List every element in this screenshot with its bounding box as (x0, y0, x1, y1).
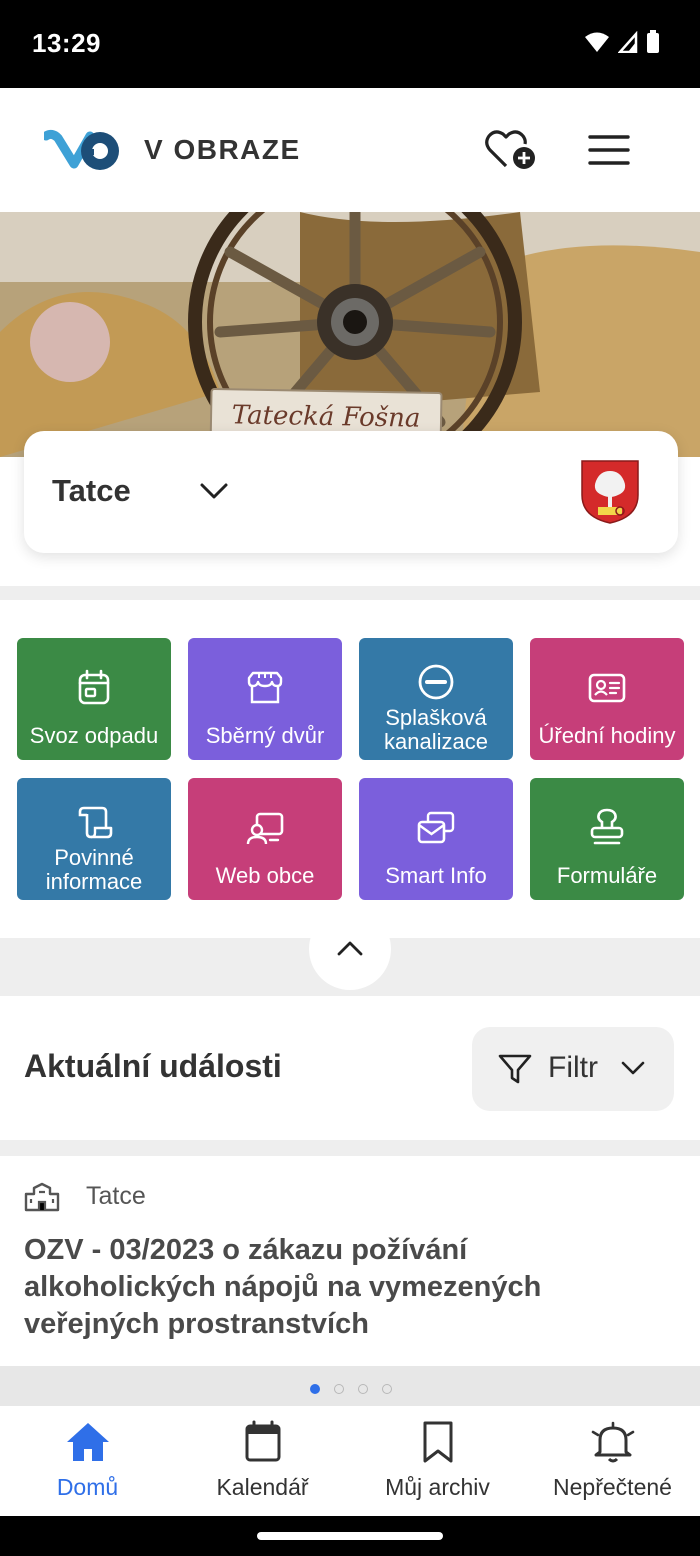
collapse-button[interactable] (309, 908, 391, 990)
filter-label: Filtr (548, 1051, 598, 1084)
pager-dot[interactable] (358, 1384, 368, 1394)
calendar-icon (245, 1420, 281, 1462)
id-card-icon (588, 673, 626, 703)
chevron-up-icon (337, 941, 363, 956)
filter-button[interactable]: Filtr (472, 1027, 674, 1111)
tile-label: Povinné informace (45, 845, 143, 894)
tile-smart-info[interactable]: Smart Info (359, 778, 513, 900)
tile-uredni-hodiny[interactable]: Úřední hodiny (530, 638, 684, 760)
bookmark-icon (423, 1421, 453, 1463)
tile-svoz-odpadu[interactable]: Svoz odpadu (17, 638, 171, 760)
nav-label: Nepřečtené (553, 1474, 672, 1500)
menu-button[interactable] (586, 128, 632, 172)
tile-povinne-informace[interactable]: Povinné informace (17, 778, 171, 900)
nav-label: Kalendář (216, 1474, 309, 1500)
location-selector[interactable]: Tatce (24, 431, 678, 553)
hero-image: Tatecká Fošna (0, 212, 700, 457)
messages-icon (417, 811, 455, 844)
section-divider (0, 1140, 700, 1156)
tile-label: Web obce (215, 863, 315, 888)
section-divider (0, 586, 700, 600)
event-card[interactable]: Tatce OZV - 03/2023 o zákazu požívání al… (0, 1156, 700, 1366)
tile-label: Svoz odpadu (29, 723, 159, 748)
hero-sign-text: Tatecká Fošna (231, 400, 421, 434)
scroll-icon (78, 806, 113, 839)
tile-label: Úřední hodiny (538, 723, 676, 748)
chevron-down-icon (621, 1061, 645, 1075)
app-title: V OBRAZE (144, 134, 301, 165)
hamburger-icon (588, 135, 630, 165)
add-favorite-button[interactable] (482, 126, 542, 176)
system-navigation-bar (0, 1516, 700, 1556)
events-title: Aktuální události (24, 1048, 282, 1084)
app-header: V OBRAZE (0, 88, 700, 212)
bottom-nav: Domů Kalendář Můj archiv Nepřečtené (0, 1406, 700, 1516)
tile-web-obce[interactable]: Web obce (188, 778, 342, 900)
nav-label: Domů (56, 1474, 119, 1500)
tile-formulare[interactable]: Formuláře (530, 778, 684, 900)
filter-icon (498, 1054, 532, 1084)
pager-dot[interactable] (382, 1384, 392, 1394)
location-name: Tatce (52, 473, 131, 508)
screen-user-icon (246, 812, 284, 845)
chevron-down-icon (200, 483, 228, 499)
pager-dot[interactable] (334, 1384, 344, 1394)
event-title: OZV - 03/2023 o zákazu požívání alkoholi… (24, 1234, 542, 1340)
event-source: Tatce (86, 1182, 146, 1210)
nav-item-home[interactable]: Domů (0, 1406, 175, 1516)
bell-icon (591, 1421, 635, 1463)
coat-of-arms-icon (581, 460, 639, 524)
store-icon (247, 671, 283, 704)
tile-splaskova-kanalizace[interactable]: Splašková kanalizace (359, 638, 513, 760)
heart-plus-icon (485, 130, 535, 169)
status-time: 13:29 (32, 28, 101, 58)
tile-label: Splašková kanalizace (384, 705, 488, 754)
nav-item-calendar[interactable]: Kalendář (175, 1406, 350, 1516)
battery-icon (647, 30, 659, 53)
tile-label: Smart Info (385, 863, 487, 888)
home-indicator[interactable] (257, 1532, 443, 1540)
calendar-icon (78, 669, 110, 705)
pager-dot-active[interactable] (310, 1384, 320, 1394)
home-icon (67, 1423, 109, 1461)
status-icons (584, 30, 660, 54)
nav-label: Můj archiv (385, 1474, 490, 1500)
nav-item-archive[interactable]: Můj archiv (350, 1406, 525, 1516)
stamp-icon (590, 808, 624, 845)
tile-label: Sběrný dvůr (205, 723, 325, 748)
status-bar: 13:29 (0, 0, 700, 88)
wifi-icon (585, 32, 609, 52)
signal-icon (618, 31, 638, 53)
tile-sberny-dvur[interactable]: Sběrný dvůr (188, 638, 342, 760)
building-icon (24, 1182, 60, 1212)
logo-icon (44, 129, 119, 170)
no-entry-icon (418, 664, 454, 700)
tile-label: Formuláře (556, 863, 658, 888)
carousel-pager (0, 1366, 700, 1406)
nav-item-unread[interactable]: Nepřečtené (525, 1406, 700, 1516)
